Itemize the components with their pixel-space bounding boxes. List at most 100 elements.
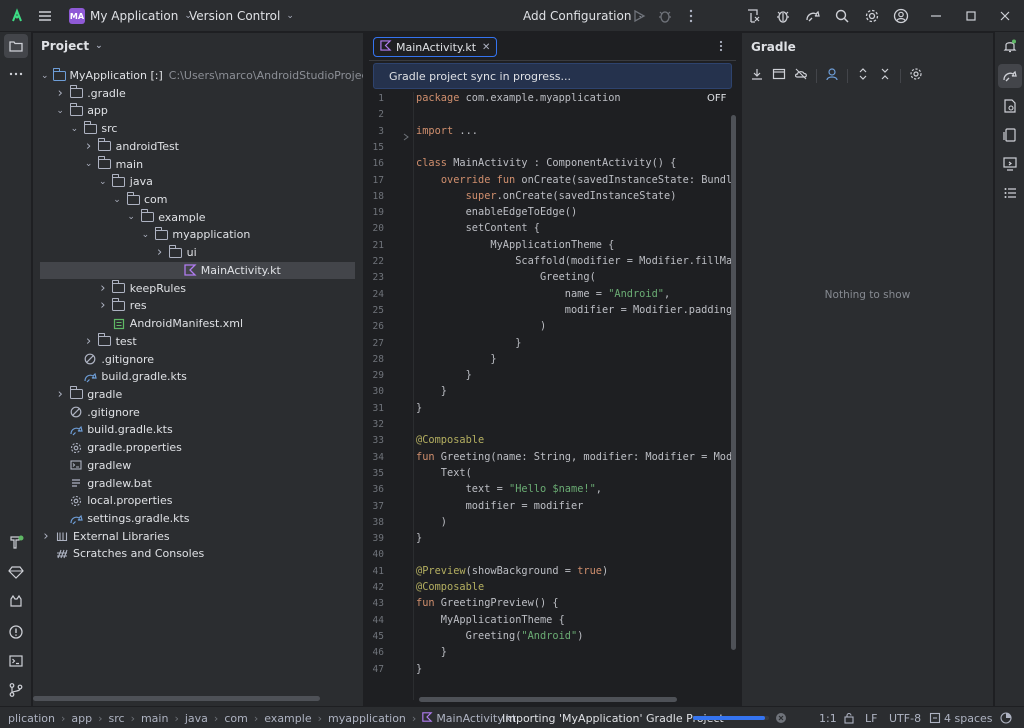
toggle-offline-icon[interactable] [772,67,786,84]
tree-item[interactable]: build.gradle.kts [33,368,363,385]
maximize-icon[interactable] [963,8,979,24]
tree-item[interactable]: › ui [33,244,363,261]
breadcrumb-item[interactable]: myapplication [328,712,406,725]
notifications-icon[interactable] [998,34,1022,58]
tree-item[interactable]: local.properties [33,492,363,509]
project-horizontal-scrollbar[interactable] [33,696,320,701]
project-tool-window-icon[interactable] [4,34,28,58]
tree-item[interactable]: › test [33,333,363,350]
breadcrumb-item[interactable]: plication [8,712,55,725]
main-menu-icon[interactable] [37,8,53,24]
device-manager-panel-icon[interactable] [998,123,1022,147]
breadcrumb-item[interactable]: main [141,712,168,725]
account-icon[interactable] [893,8,909,24]
tree-item[interactable]: MainActivity.kt [40,261,355,279]
tree-item[interactable]: › keepRules [33,280,363,297]
chevron-right-icon[interactable]: › [41,529,51,544]
debug-icon[interactable] [657,8,673,24]
tree-item[interactable]: ⌄ java [33,173,363,190]
chevron-right-icon[interactable]: › [98,298,108,313]
chevron-down-icon[interactable]: ⌄ [84,159,94,169]
chevron-right-icon[interactable]: › [55,387,65,402]
tree-item[interactable]: .gitignore [33,404,363,421]
tree-item[interactable]: ⌄ src [33,120,363,137]
project-selector[interactable]: MA My Application ⌄ [69,0,192,32]
vcs-menu[interactable]: Version Control ⌄ [189,0,294,32]
tree-item[interactable]: ⌄ example [33,209,363,226]
tree-item[interactable]: › External Libraries [33,528,363,545]
run-icon[interactable] [631,8,647,24]
chevron-right-icon[interactable]: › [155,245,165,260]
tree-item[interactable]: gradle.properties [33,439,363,456]
tree-item[interactable]: AndroidManifest.xml [33,315,363,332]
gradle-tool-window-icon[interactable] [998,64,1022,88]
chevron-down-icon[interactable]: ⌄ [140,230,150,240]
analyze-dependencies-icon[interactable] [825,67,839,84]
project-panel-header[interactable]: Project ⌄ [41,39,103,53]
running-devices-icon[interactable] [998,152,1022,176]
chevron-right-icon[interactable]: › [84,334,94,349]
tree-item[interactable]: settings.gradle.kts [33,510,363,527]
chevron-down-icon[interactable]: ⌄ [69,124,79,134]
tree-item[interactable]: › gradle [33,386,363,403]
readonly-lock-icon[interactable] [843,712,855,727]
run-config-selector[interactable]: Add Configuration ⌄ [523,0,645,32]
indent-setting[interactable]: 4 spaces [944,707,993,728]
download-sources-icon[interactable] [750,67,764,84]
search-icon[interactable] [834,8,850,24]
problems-icon[interactable] [4,620,28,644]
caret-position[interactable]: 1:1 [819,707,837,728]
editor-horizontal-scrollbar[interactable] [419,697,677,702]
breadcrumb-item[interactable]: src [109,712,125,725]
more-tool-windows-icon[interactable] [4,62,28,86]
chevron-right-icon[interactable]: › [84,139,94,154]
tree-item[interactable]: › res [33,297,363,314]
more-actions-icon[interactable] [683,8,699,24]
chevron-down-icon[interactable]: ⌄ [55,106,65,116]
expand-all-icon[interactable] [856,67,870,84]
tree-item[interactable]: › .gradle [33,85,363,102]
fold-arrow-icon[interactable] [403,130,409,144]
tab-mainactivity[interactable]: MainActivity.kt ✕ [373,37,498,57]
build-icon[interactable] [4,530,28,554]
breadcrumb-item[interactable]: app [71,712,92,725]
tree-item[interactable]: ⌄ MyApplication [:] C:\Users\marco\Android… [33,67,363,84]
version-control-icon[interactable] [4,678,28,702]
tree-item[interactable]: Scratches and Consoles [33,545,363,562]
tree-item[interactable]: build.gradle.kts [33,421,363,438]
close-tab-icon[interactable]: ✕ [482,42,490,53]
tree-item[interactable]: › androidTest [33,138,363,155]
breadcrumb-item[interactable]: java [185,712,208,725]
sync-gradle-icon[interactable] [805,8,821,24]
gradle-settings-icon[interactable] [909,67,923,84]
tree-item[interactable]: ⌄ myapplication [33,226,363,243]
gemini-icon[interactable] [4,560,28,584]
chevron-down-icon[interactable]: ⌄ [98,177,108,187]
chevron-right-icon[interactable]: › [55,86,65,101]
tree-item[interactable]: gradlew [33,457,363,474]
memory-indicator-icon[interactable] [1000,712,1012,727]
chevron-down-icon[interactable]: ⌄ [112,195,122,205]
tree-item[interactable]: .gitignore [33,351,363,368]
terminal-icon[interactable] [4,649,28,673]
line-separator[interactable]: LF [865,707,877,728]
chevron-down-icon[interactable]: ⌄ [41,71,49,81]
device-manager-icon[interactable] [746,8,762,24]
chevron-right-icon[interactable]: › [98,281,108,296]
breadcrumb-item[interactable]: com [224,712,248,725]
editor-vertical-scrollbar[interactable] [731,115,736,650]
collapse-all-icon[interactable] [878,67,892,84]
logcat-icon[interactable] [4,590,28,614]
app-inspection-icon[interactable] [775,8,791,24]
chevron-down-icon[interactable]: ⌄ [126,212,136,222]
tree-item[interactable]: gradlew.bat [33,475,363,492]
device-explorer-icon[interactable] [998,94,1022,118]
settings-icon[interactable] [864,8,880,24]
background-task-text[interactable]: Importing 'MyApplication' Gradle Project [502,707,724,728]
offline-cloud-icon[interactable] [794,67,808,84]
tab-options-icon[interactable] [719,40,723,55]
cancel-task-icon[interactable] [775,712,787,727]
file-encoding[interactable]: UTF-8 [889,707,921,728]
breadcrumb-item[interactable]: example [264,712,311,725]
tree-item[interactable]: ⌄ com [33,191,363,208]
